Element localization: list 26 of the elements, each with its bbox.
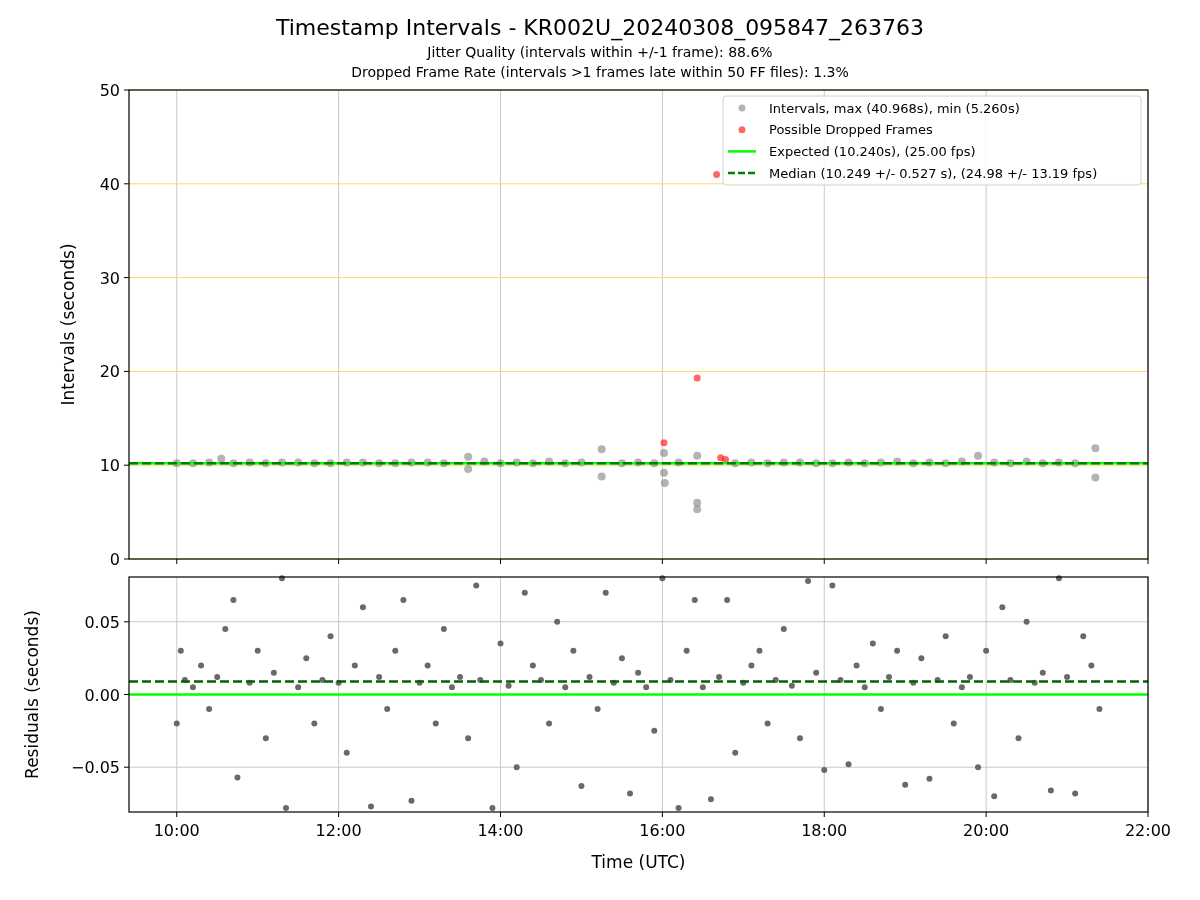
- legend-label: Median (10.249 +/- 0.527 s), (24.98 +/- 13.19 fps): [769, 165, 1098, 181]
- x-tick-label: 14:00: [477, 821, 524, 840]
- chart-title: Timestamp Intervals - KR002U_20240308_095847_263763: [275, 14, 925, 42]
- x-tick-label: 10:00: [153, 821, 200, 840]
- x-tick-label: 12:00: [315, 821, 362, 840]
- y-tick-label: 20: [99, 362, 120, 382]
- chart-subtitle: Jitter Quality (intervals within +/-1 frame): 88.6%: [427, 43, 773, 62]
- x-tick-label: 22:00: [1124, 821, 1172, 840]
- y-axis-label: Residuals (seconds): [22, 610, 42, 779]
- x-tick-label: 20:00: [963, 821, 1010, 840]
- x-axis-label: Time (UTC): [591, 852, 686, 872]
- y-tick-label: 40: [99, 174, 120, 194]
- y-tick-label: 0.05: [84, 612, 120, 632]
- x-tick-label: 16:00: [639, 821, 686, 840]
- y-tick-label: 50: [99, 81, 120, 100]
- y-tick-label: 30: [99, 268, 120, 288]
- chart-subtitle: Dropped Frame Rate (intervals >1 frames late within 50 FF files): 1.3%: [351, 63, 849, 82]
- y-tick-label: 0.00: [84, 685, 120, 705]
- legend-label: Expected (10.240s), (25.00 fps): [769, 143, 976, 159]
- legend-label: Intervals, max (40.968s), min (5.260s): [769, 100, 1020, 116]
- y-axis-label: Intervals (seconds): [58, 243, 78, 406]
- y-tick-label: 10: [99, 456, 120, 476]
- legend-label: Possible Dropped Frames: [769, 122, 933, 138]
- y-tick-label: −0.05: [70, 758, 120, 778]
- y-tick-label: 0: [109, 550, 120, 569]
- x-tick-label: 18:00: [801, 821, 848, 840]
